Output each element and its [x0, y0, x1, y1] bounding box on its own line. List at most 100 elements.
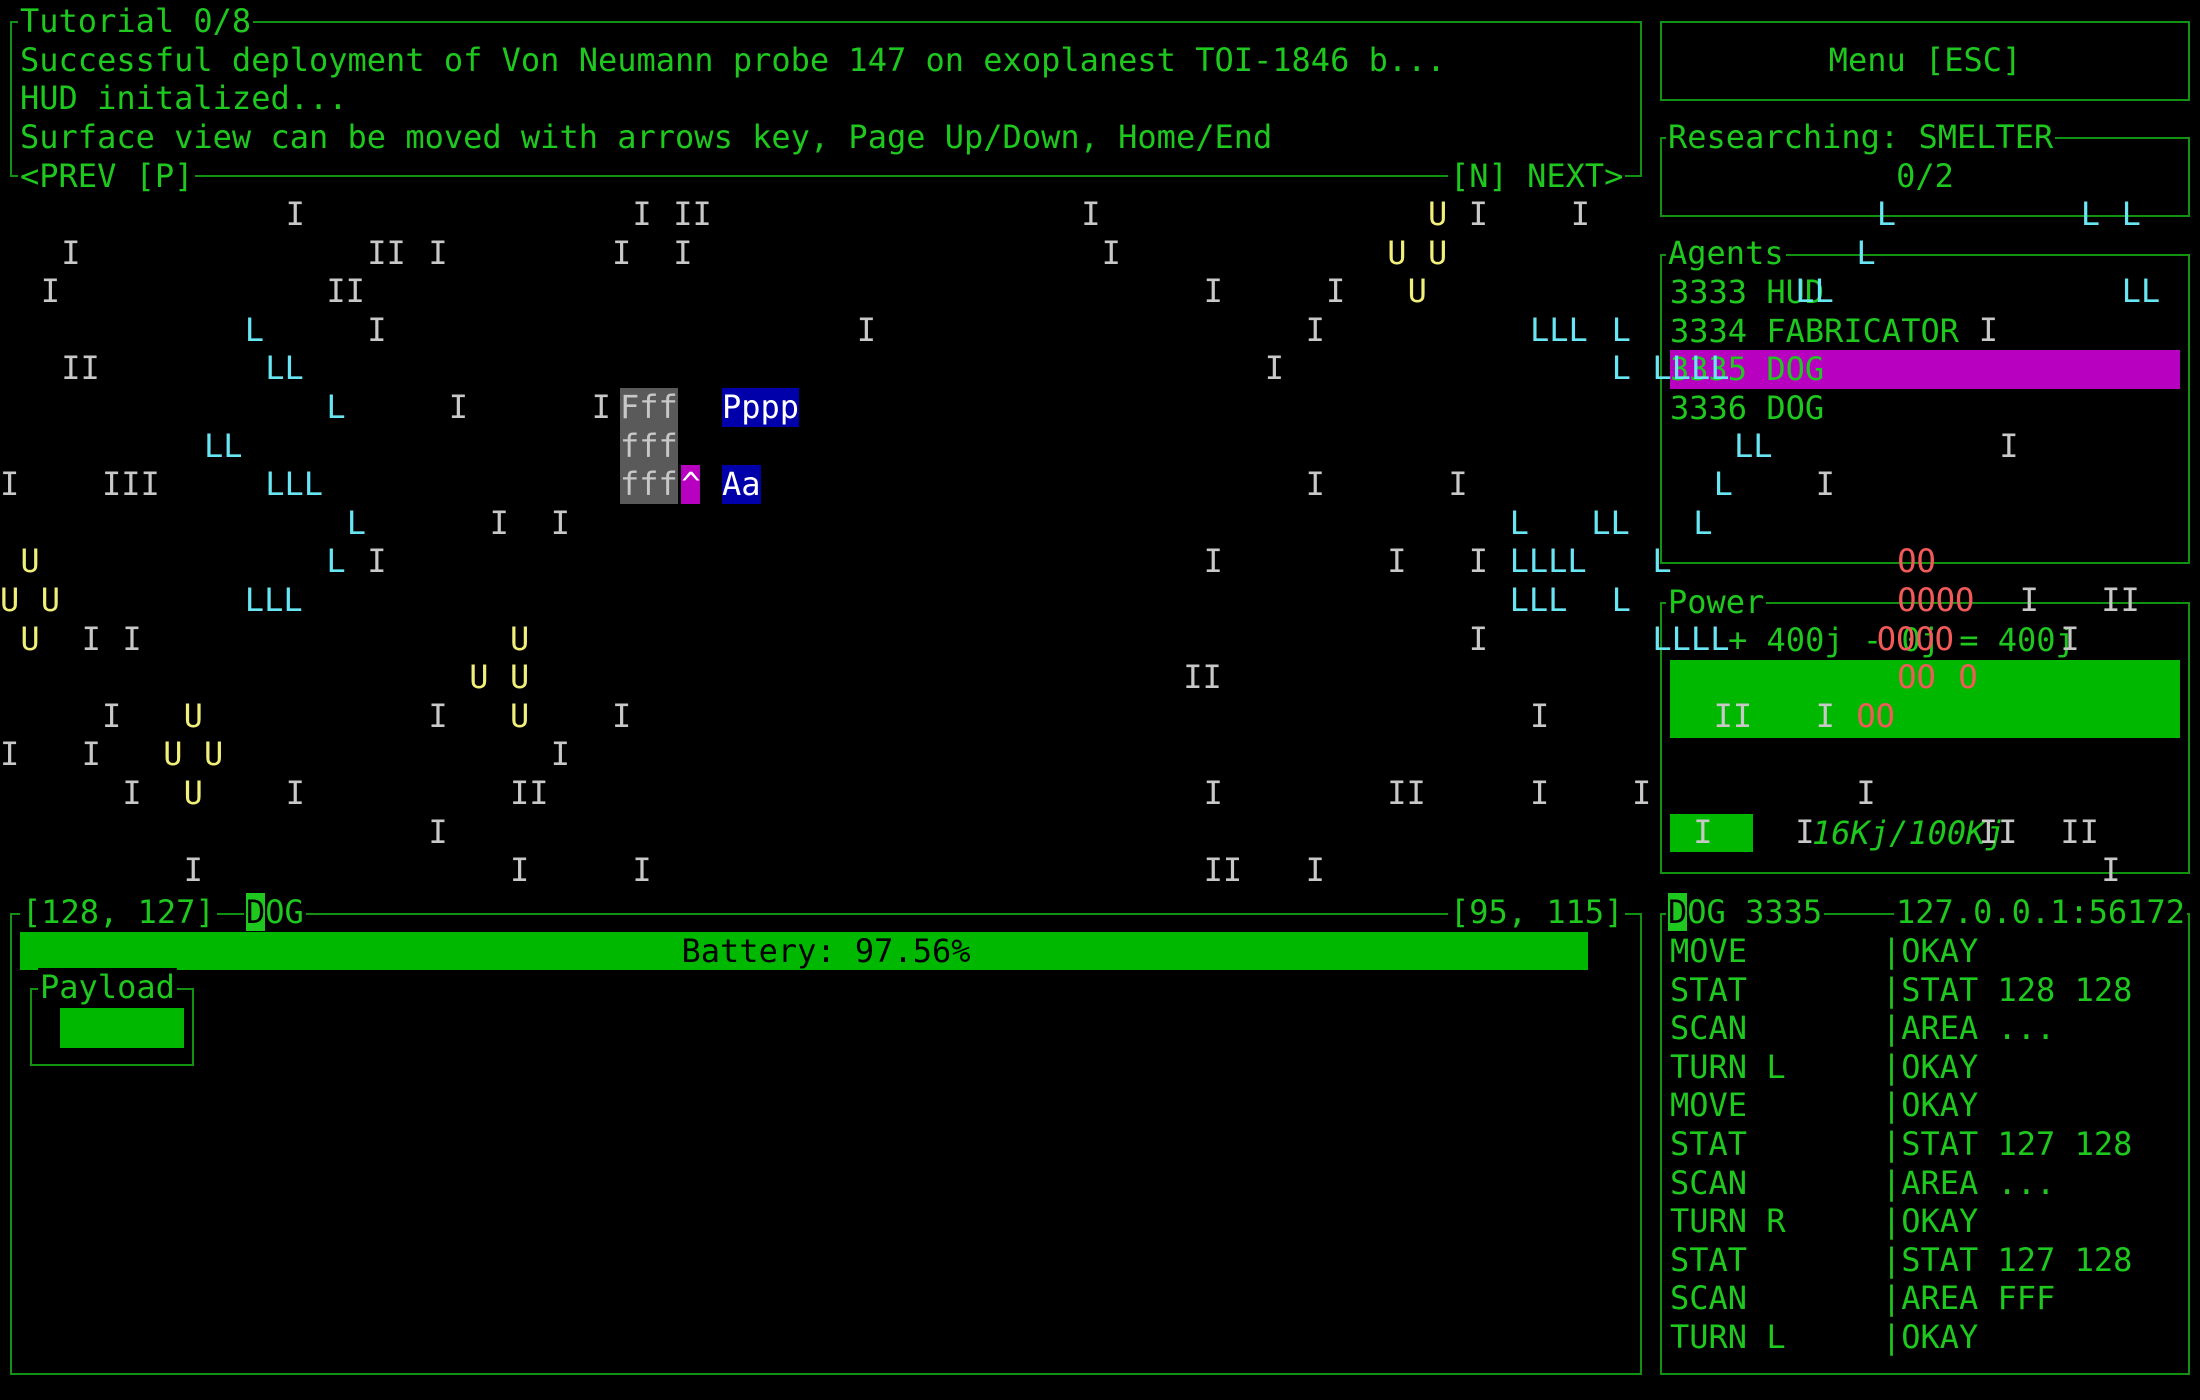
terrain-u: U — [510, 619, 530, 658]
terrain-rock: I — [591, 388, 611, 426]
console-resp: AREA ... — [1901, 1009, 2056, 1048]
terrain-rock: I — [1468, 195, 1489, 233]
terrain-rock: I — [61, 233, 81, 272]
terrain-l: L — [1611, 310, 1631, 349]
terrain-l: L — [346, 503, 367, 542]
console-row: SCAN |AREA ... — [1670, 1009, 2055, 1048]
terrain-o: OOOO — [1897, 581, 1975, 619]
terrain-rock: I — [1203, 774, 1223, 812]
surface-map[interactable]: I I II I U I I L L L I II I I I I U U L I II I I U LL LL L I I I LLL L I… — [0, 195, 2160, 895]
terrain-u: U — [510, 658, 530, 697]
terrain-rock: I — [550, 735, 571, 774]
terrain-rock: II — [1203, 851, 1243, 890]
terrain-rock: I — [1305, 465, 1325, 504]
console-resp: OKAY — [1901, 1318, 1979, 1356]
dog-agent-marker: ^ — [681, 465, 701, 504]
terrain-u: U — [163, 735, 183, 774]
terrain-l: L — [326, 542, 346, 581]
fabricator-structure: fff — [620, 426, 678, 466]
power-title: Power — [1666, 583, 1767, 622]
terrain-rock: I — [1815, 465, 1835, 504]
terrain-rock: I — [1856, 774, 1876, 812]
terrain-rock: II — [367, 233, 406, 272]
terrain-rock: I — [2060, 619, 2080, 658]
terrain-u: U — [510, 696, 530, 735]
console-address: 127.0.0.1:56172 — [1894, 893, 2187, 932]
terrain-l: L — [244, 310, 265, 349]
agent-label: DOG — [244, 893, 306, 932]
terrain-rock: I — [81, 735, 101, 774]
status-panel — [10, 913, 1642, 1375]
target-coords: [95, 115] — [1448, 893, 1626, 932]
terrain-rock: I — [428, 233, 448, 272]
terrain-l: LL — [2121, 272, 2161, 311]
terrain-rock: I — [1530, 774, 1550, 812]
console-cmd: MOVE | — [1670, 932, 1902, 970]
terrain-rock: I — [673, 233, 693, 272]
terrain-u: U — [40, 581, 61, 619]
terrain-rock: I — [1468, 542, 1489, 581]
terrain-rock: II — [510, 774, 549, 812]
console-title: DOG 3335 — [1666, 893, 1825, 932]
terrain-u: U — [183, 696, 203, 735]
tutorial-line-1: Successful deployment of Von Neumann pro… — [20, 41, 1446, 79]
console-resp: AREA FFF — [1901, 1279, 2056, 1318]
a-structure: Aa — [722, 465, 761, 504]
console-row: STAT |STAT 127 128 — [1670, 1241, 2132, 1280]
tutorial-title: Tutorial 0/8 — [18, 2, 254, 41]
terrain-rock: I — [1305, 310, 1325, 349]
console-resp: STAT 127 128 — [1901, 1125, 2133, 1163]
terrain-l: LLL — [1530, 310, 1588, 349]
next-button[interactable]: [N] NEXT> — [1448, 157, 1626, 196]
terrain-rock: I — [1081, 195, 1101, 233]
terrain-l: LLLL — [1652, 349, 1730, 388]
terrain-rock: I — [122, 619, 142, 658]
terrain-rock: I — [489, 503, 509, 542]
terrain-l: L — [326, 388, 346, 426]
terrain-rock: I — [1101, 233, 1121, 272]
terrain-u: U — [20, 542, 40, 581]
console-cmd: SCAN | — [1670, 1163, 1902, 1202]
terrain-rock: I — [1570, 195, 1591, 233]
console-resp: OKAY — [1901, 1086, 1979, 1125]
terrain-rock: II — [61, 349, 100, 388]
payload-slot — [60, 1008, 184, 1048]
terrain-rock: III — [102, 465, 160, 504]
agent-item-3334[interactable]: 3334 FABRICATOR — [1670, 312, 1959, 351]
terrain-l: L — [1611, 349, 1631, 388]
terrain-u: U — [469, 658, 489, 697]
console-cmd: SCAN | — [1670, 1279, 1902, 1318]
terrain-rock: I — [81, 619, 101, 658]
agent-item-3335[interactable]: 3335 DOG — [1670, 350, 2180, 389]
terrain-rock: I — [1632, 774, 1652, 812]
terrain-rock: I — [550, 503, 571, 542]
terrain-l: L — [1611, 581, 1631, 619]
terrain-l: LL — [1734, 426, 1773, 465]
terrain-rock: I — [1305, 851, 1325, 890]
console-resp: OKAY — [1901, 932, 1979, 970]
menu-button[interactable]: Menu [ESC] — [1660, 21, 2190, 101]
terrain-l: LL — [204, 426, 243, 465]
terrain-rock: I — [1693, 812, 1713, 851]
console-row: STAT |STAT 128 128 — [1670, 971, 2132, 1010]
console-cmd: STAT | — [1670, 970, 1902, 1009]
terrain-u: U — [1428, 233, 1448, 272]
terrain-rock: I — [1978, 310, 1999, 349]
terrain-l: L — [2080, 195, 2101, 233]
terrain-rock: I — [285, 774, 305, 812]
console-cmd: STAT | — [1670, 1125, 1902, 1163]
terrain-l: LL — [1795, 272, 1834, 311]
agents-title: Agents — [1666, 234, 1786, 273]
terrain-u: U — [1387, 233, 1407, 272]
tutorial-line-2: HUD initalized... — [20, 79, 348, 117]
prev-button[interactable]: <PREV [P] — [18, 157, 196, 196]
terrain-o: OO — [1897, 658, 1936, 697]
agent-item-3336[interactable]: 3336 DOG — [1670, 389, 1824, 428]
research-progress: 0/2 — [1896, 157, 1954, 195]
terrain-rock: I — [367, 542, 387, 581]
terrain-rock: I — [612, 696, 632, 735]
terrain-rock: I — [632, 195, 652, 233]
console-row: SCAN |AREA ... — [1670, 1164, 2055, 1203]
terrain-l: L — [1876, 195, 1897, 233]
terrain-rock: I — [510, 851, 530, 890]
